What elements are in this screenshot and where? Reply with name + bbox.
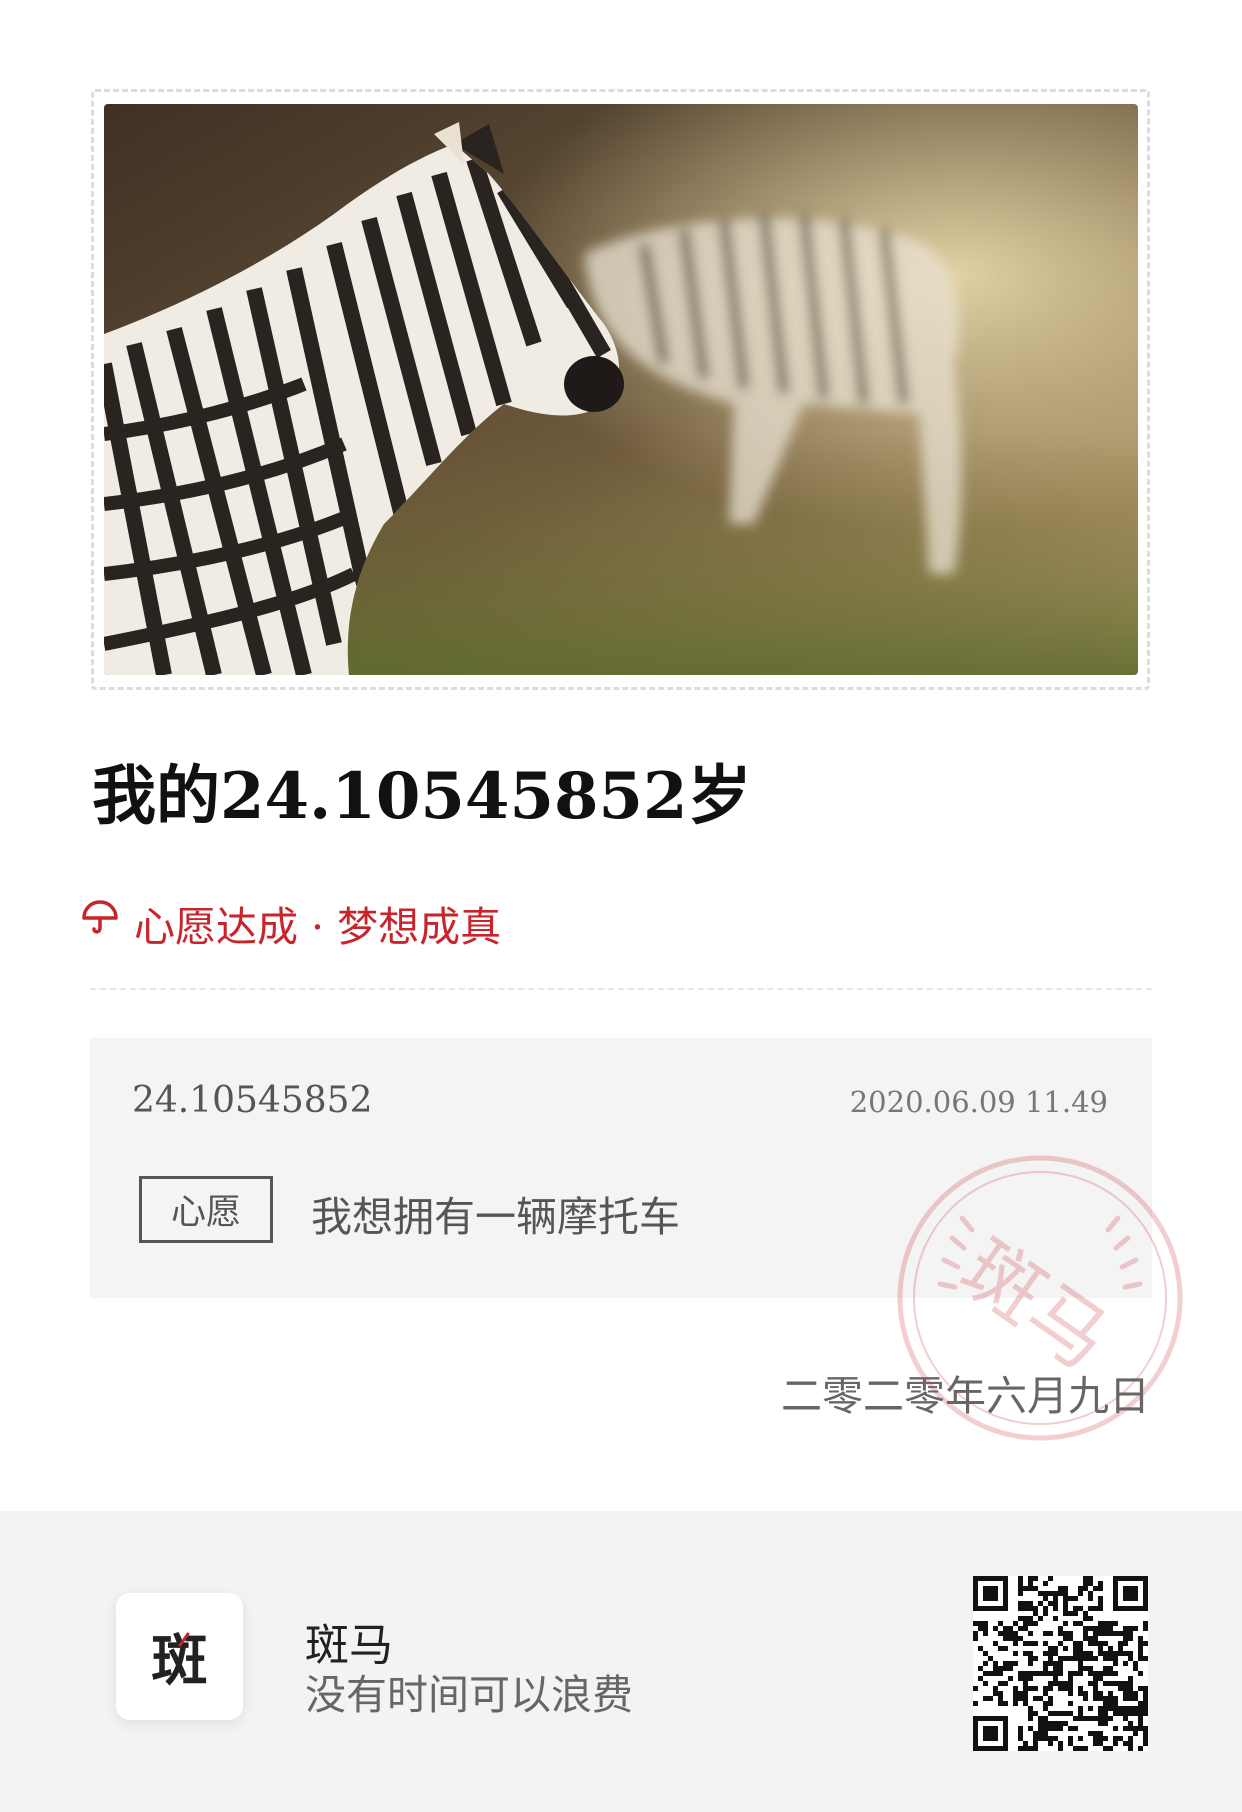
tagline: 心愿达成 · 梦想成真 xyxy=(80,893,501,953)
zebra-photo xyxy=(104,104,1138,675)
umbrella-icon xyxy=(80,898,120,948)
wish-text: 我想拥有一辆摩托车 xyxy=(311,1193,680,1241)
divider xyxy=(90,988,1152,990)
app-slogan: 没有时间可以浪费 xyxy=(305,1671,633,1719)
tagline-text: 心愿达成 · 梦想成真 xyxy=(134,903,502,951)
qr-code[interactable] xyxy=(973,1576,1148,1751)
wish-age: 24.10545852 xyxy=(132,1080,373,1121)
date-chinese: 二零二零年六月九日 xyxy=(781,1372,1150,1420)
footer: 斑 斑马 没有时间可以浪费 xyxy=(0,1511,1242,1812)
wish-tag: 心愿 xyxy=(139,1176,273,1243)
app-logo[interactable]: 斑 xyxy=(116,1593,243,1720)
app-logo-glyph: 斑 xyxy=(152,1616,208,1697)
post-title: 我的24.10545852岁 xyxy=(92,759,752,834)
wish-timestamp: 2020.06.09 11.49 xyxy=(849,1085,1108,1119)
wish-card: 24.10545852 2020.06.09 11.49 心愿 我想拥有一辆摩托… xyxy=(90,1038,1152,1298)
